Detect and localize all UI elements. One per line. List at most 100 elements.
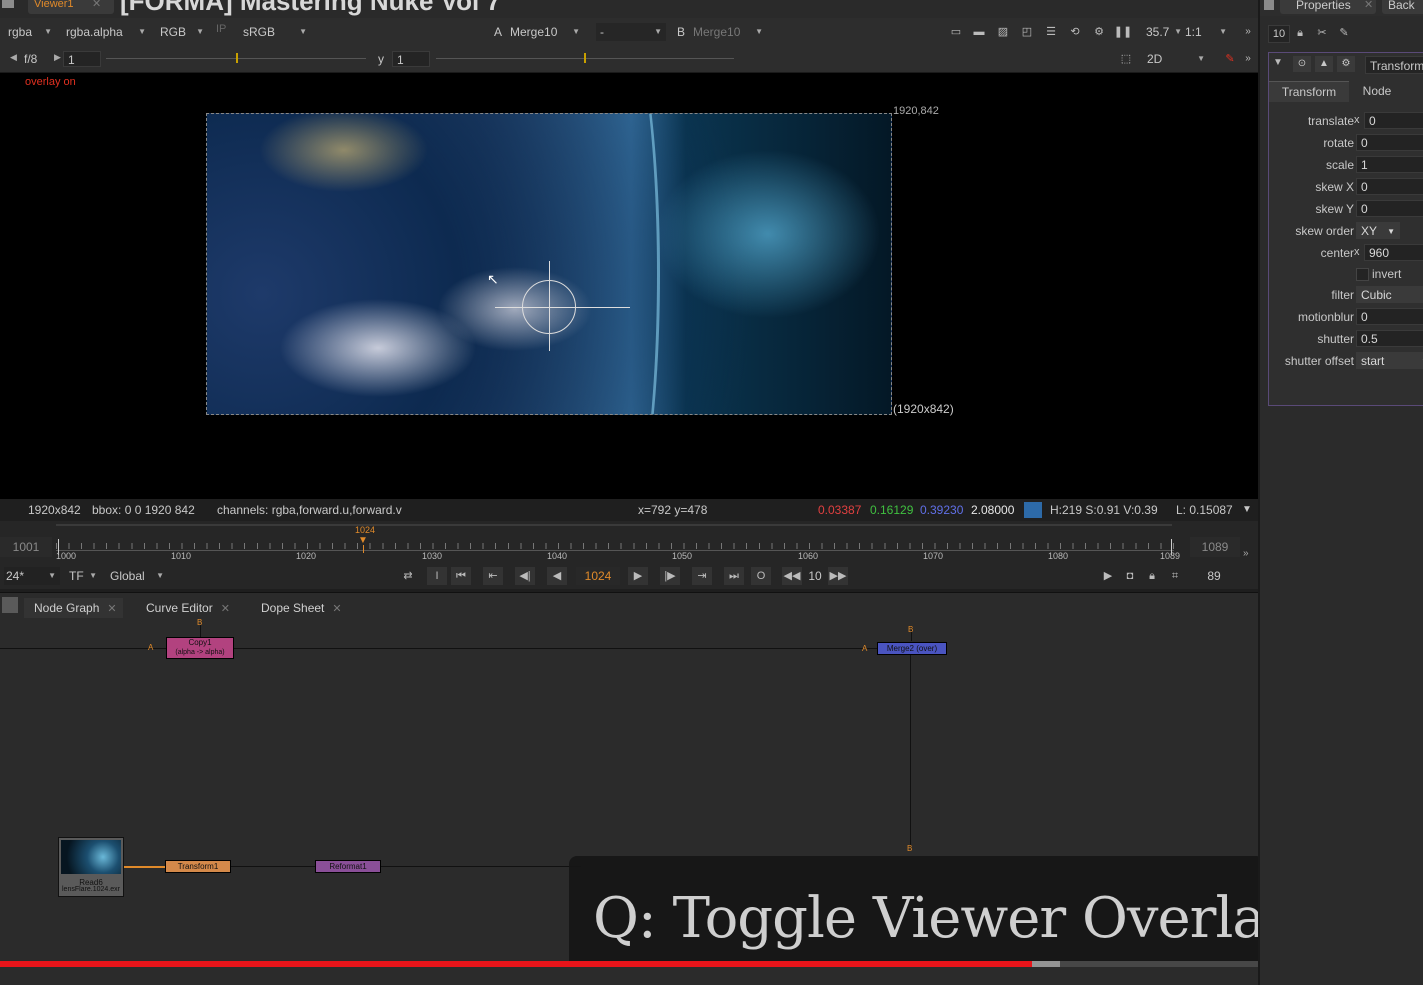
current-frame-field[interactable]: 1024 [576,567,620,585]
out-point-button[interactable]: O [751,567,771,585]
step-back-icon[interactable]: ◀◀ [782,567,802,585]
max-panels-field[interactable]: 10 [1268,25,1290,43]
prop-skew-x-input[interactable]: 0 [1356,178,1423,195]
tab-node[interactable]: Node [1349,81,1405,101]
overlay-icon[interactable]: ◰ [1017,23,1037,41]
refresh-icon[interactable]: ⟲ [1065,23,1085,41]
gain-slider[interactable] [106,51,366,67]
collapse-icon[interactable]: ▼ [1273,57,1283,68]
copy-node[interactable]: Copy1 (alpha -> alpha) [166,637,234,659]
region-select-icon[interactable]: ⬚ [1116,50,1136,68]
scope-dropdown[interactable]: Global ▼ [110,567,168,585]
next-keyframe-icon[interactable]: ⇥ [692,567,712,585]
safe-area-icon[interactable]: ▬ [969,23,989,41]
node-settings-icon[interactable]: ⚙ [1337,56,1355,72]
flipbook-icon[interactable]: ▶ [1098,567,1118,585]
pause-icon[interactable]: ❚❚ [1113,23,1133,41]
lut-dropdown[interactable]: sRGB ▼ [243,23,311,41]
prop-shutter-input[interactable]: 0.5 [1356,330,1423,347]
node-color-icon[interactable]: ⊙ [1293,56,1311,72]
close-icon[interactable]: ✕ [221,603,230,615]
end-frame-field[interactable]: 89 [1194,567,1234,585]
channels-dropdown[interactable]: rgba ▼ [8,23,56,41]
list-icon[interactable]: ☰ [1041,23,1061,41]
compare-mode-dropdown[interactable]: - ▼ [596,23,666,41]
input-b-dropdown[interactable]: Merge10 ▼ [693,23,767,41]
lock-icon[interactable]: 🔒︎ [1290,24,1310,42]
gamma-slider-handle[interactable] [584,53,586,63]
fstop-next-icon[interactable]: ▶ [54,52,61,63]
edit-icon[interactable]: ✎ [1334,24,1354,42]
prev-keyframe-icon[interactable]: ⇤ [483,567,503,585]
stripes-icon[interactable]: ▨ [993,23,1013,41]
play-forward-icon[interactable]: ▶ [628,567,648,585]
step-field[interactable]: 10 [804,567,826,585]
playhead[interactable]: 1024 ▼ [353,525,377,557]
transform-node[interactable]: Transform1 [165,860,231,873]
alpha-channel-dropdown[interactable]: rgba.alpha ▼ [66,23,150,41]
render-icon[interactable]: ◘ [1120,567,1140,585]
viewer-tab[interactable]: Viewer1 ✕ [28,0,114,14]
gain-slider-handle[interactable] [236,53,238,63]
node-viewer-icon[interactable]: ▲ [1315,56,1333,72]
paint-brush-icon[interactable]: ✎ [1220,50,1240,68]
expand-icon[interactable]: » [1238,23,1258,41]
zoom-dropdown[interactable]: 35.7 ▼ [1146,23,1182,41]
close-icon[interactable]: ✕ [107,603,116,615]
tab-dope-sheet[interactable]: Dope Sheet ✕ [261,598,342,618]
transform-handle-h[interactable] [495,307,630,308]
prop-center-input[interactable]: 960 [1364,244,1423,261]
tf-dropdown[interactable]: TF ▼ [69,567,97,585]
properties-menu-icon[interactable] [1264,0,1274,10]
prop-skew-order-dropdown[interactable]: XY ▼ [1356,222,1400,239]
expand-icon[interactable]: » [1238,50,1258,68]
display-channels-dropdown[interactable]: RGB ▼ [160,23,208,41]
close-icon[interactable]: ✕ [1364,0,1373,11]
prop-filter-dropdown[interactable]: Cubic [1356,286,1423,303]
in-frame-field[interactable]: 1001 [0,537,52,557]
gain-input[interactable]: 1 [63,51,101,67]
loop-mode-icon[interactable]: ⇄ [398,567,418,585]
gear-icon[interactable]: ⚙ [1089,23,1109,41]
tab-node-graph[interactable]: Node Graph ✕ [24,598,123,618]
prop-rotate-input[interactable]: 0 [1356,134,1423,151]
gamma-input[interactable]: 1 [392,51,430,67]
tab-curve-editor[interactable]: Curve Editor ✕ [146,598,230,618]
frame-ruler[interactable]: 1000 1010 1020 1030 1040 1050 1060 1070 … [56,525,1180,567]
fstop-label[interactable]: f/8 [24,52,37,66]
read-node[interactable]: Read6 lensFlare.1024.exr [58,837,124,897]
fstop-arrow-icon[interactable]: ◀ [10,52,17,63]
reformat-node[interactable]: Reformat1 [315,860,381,873]
prev-frame-icon[interactable]: ◀ [547,567,567,585]
prop-translate-input[interactable]: 0 [1364,112,1423,129]
panel-menu-icon[interactable] [2,597,18,613]
node-name-field[interactable]: Transform [1365,56,1423,74]
play-backward-icon[interactable]: ◀| [515,567,535,585]
step-forward-icon[interactable]: ▶▶ [828,567,848,585]
caret-down-icon[interactable]: ▼ [1242,499,1252,521]
viewer-canvas[interactable]: overlay on 1920,842 (1920x842) ↖ [0,73,1258,499]
in-point-button[interactable]: I [427,567,447,585]
transform-handle-v[interactable] [549,261,550,351]
tab-transform[interactable]: Transform [1269,81,1349,102]
clear-panels-icon[interactable]: ✂ [1312,24,1332,42]
close-icon[interactable]: ✕ [92,0,101,10]
bookmark-icon[interactable]: ⌗ [1165,567,1185,585]
prop-skew-y-input[interactable]: 0 [1356,200,1423,217]
input-a-dropdown[interactable]: Merge10 ▼ [510,23,584,41]
merge-node[interactable]: Merge2 (over) [877,642,947,655]
first-frame-icon[interactable]: ⏮ [451,567,471,585]
roi-icon[interactable]: ▭ [946,23,966,41]
lock-icon[interactable]: 🔒︎ [1142,567,1162,585]
proxy-dropdown[interactable]: 1:1 ▼ [1185,23,1231,41]
properties-tab[interactable]: Properties ✕ [1280,0,1376,14]
prop-shutter-offset-dropdown[interactable]: start ▼ [1356,352,1423,369]
view-mode-dropdown[interactable]: 2D ▼ [1147,50,1209,68]
viewer-menu-icon[interactable] [2,0,14,8]
gamma-slider[interactable] [436,51,734,67]
prop-motionblur-input[interactable]: 0 [1356,308,1423,325]
out-frame-field[interactable]: 1089 [1190,537,1240,557]
ip-button[interactable]: IP [216,23,226,35]
fps-dropdown[interactable]: 24* ▼ [4,567,60,585]
last-frame-icon[interactable]: ⏭ [724,567,744,585]
